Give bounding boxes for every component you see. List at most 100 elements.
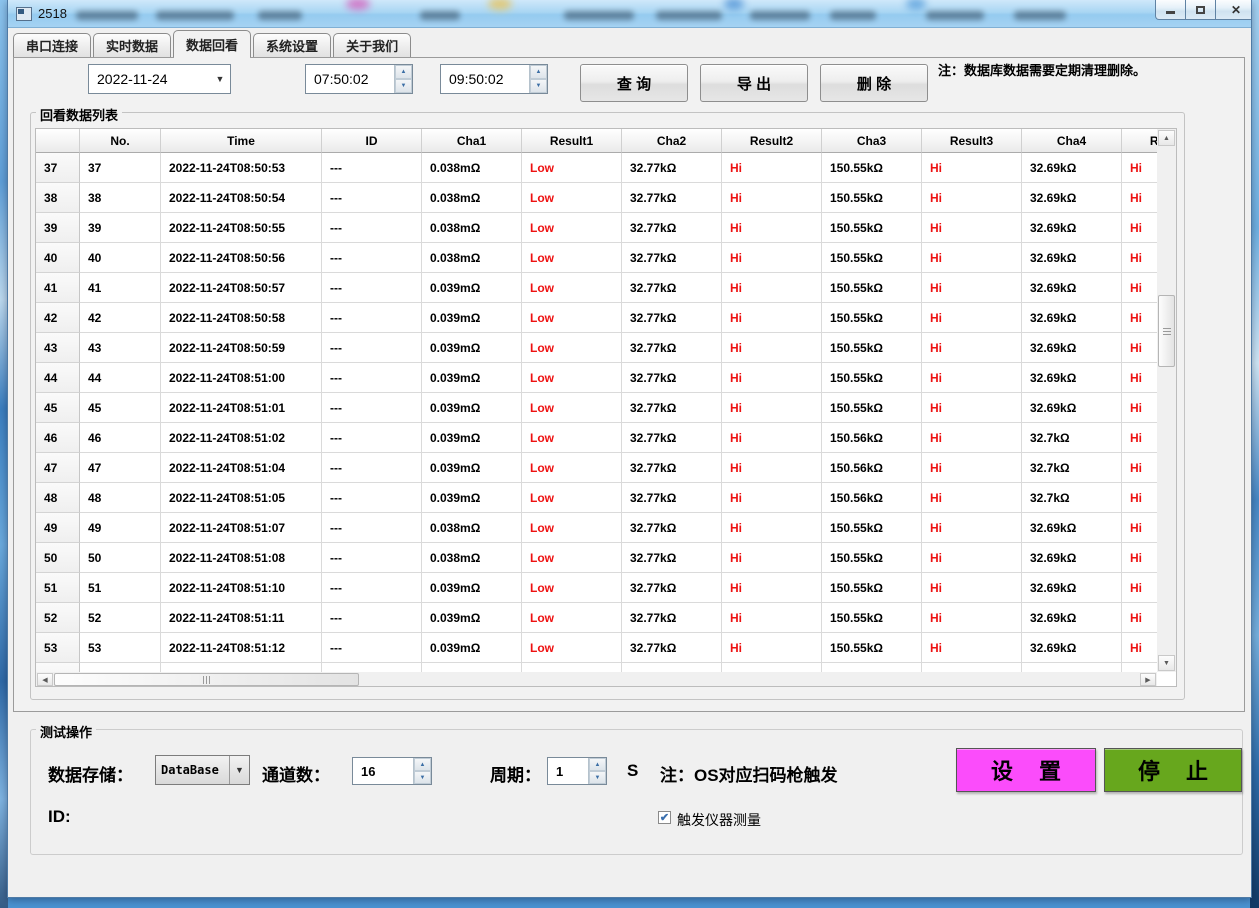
cell-cha2[interactable]: 32.77kΩ [622, 303, 722, 333]
storage-dropdown[interactable]: DataBase ▼ [155, 755, 250, 785]
cell-cha4[interactable]: 32.69kΩ [1022, 603, 1122, 633]
cell-result2[interactable]: Hi [722, 423, 822, 453]
cell-result4[interactable]: Hi [1122, 603, 1157, 633]
row-header[interactable]: 44 [36, 363, 80, 393]
cell-result3[interactable]: Hi [922, 153, 1022, 183]
cell-result2[interactable]: Hi [722, 633, 822, 663]
column-header-id[interactable]: ID [322, 129, 422, 153]
cell-result1[interactable]: Low [522, 573, 622, 603]
cell-result3[interactable]: Hi [922, 573, 1022, 603]
cell-result3[interactable]: Hi [922, 363, 1022, 393]
cell-id[interactable]: --- [322, 183, 422, 213]
cell-time[interactable]: 2022-11-24T08:51:12 [161, 633, 322, 663]
cell-cha3[interactable]: 150.55kΩ [822, 303, 922, 333]
cell-result1[interactable]: Low [522, 243, 622, 273]
row-header[interactable]: 53 [36, 633, 80, 663]
row-header[interactable]: 47 [36, 453, 80, 483]
cell-cha3[interactable]: 150.56kΩ [822, 483, 922, 513]
cell-result2[interactable]: Hi [722, 573, 822, 603]
cell-cha4[interactable]: 32.69kΩ [1022, 633, 1122, 663]
cell-cha1[interactable]: 0.039mΩ [422, 483, 522, 513]
cell-result2[interactable]: Hi [722, 333, 822, 363]
cell-result2[interactable]: Hi [722, 273, 822, 303]
cell-cha2[interactable]: 32.77kΩ [622, 483, 722, 513]
cell-result4[interactable]: Hi [1122, 483, 1157, 513]
spin-up-icon[interactable]: ▲ [414, 758, 431, 771]
cell-cha2[interactable]: 32.77kΩ [622, 243, 722, 273]
table-row[interactable]: 48482022-11-24T08:51:05---0.039mΩLow32.7… [36, 483, 1157, 513]
titlebar[interactable]: 2518 ✕ [8, 0, 1251, 28]
cell-cha4[interactable]: 32.69kΩ [1022, 183, 1122, 213]
cell-cha2[interactable]: 32.77kΩ [622, 513, 722, 543]
cell-result3[interactable]: Hi [922, 243, 1022, 273]
cell-result1[interactable]: Low [522, 633, 622, 663]
cell-cha3[interactable]: 150.55kΩ [822, 393, 922, 423]
cell-cha2[interactable]: 32.77kΩ [622, 633, 722, 663]
cell-time[interactable]: 2022-11-24T08:51:10 [161, 573, 322, 603]
cell-result3[interactable]: Hi [922, 543, 1022, 573]
cell-no[interactable]: 45 [80, 393, 161, 423]
cell-cha4[interactable]: 32.69kΩ [1022, 513, 1122, 543]
cell-cha2[interactable]: 32.77kΩ [622, 423, 722, 453]
cell-result3[interactable]: Hi [922, 513, 1022, 543]
time-to-spinner[interactable]: 09:50:02 ▲▼ [440, 64, 548, 94]
spin-down-icon[interactable]: ▼ [589, 771, 606, 784]
cell-result4[interactable]: Hi [1122, 333, 1157, 363]
cell-no[interactable]: 54 [80, 663, 161, 672]
cell-no[interactable]: 53 [80, 633, 161, 663]
column-header-result4[interactable]: Result4 [1122, 129, 1157, 153]
cell-cha1[interactable]: 0.039mΩ [422, 423, 522, 453]
cell-id[interactable]: --- [322, 663, 422, 672]
table-row[interactable]: 53532022-11-24T08:51:12---0.039mΩLow32.7… [36, 633, 1157, 663]
tab-4[interactable]: 关于我们 [333, 33, 411, 57]
cell-result2[interactable]: Hi [722, 483, 822, 513]
scroll-left-icon[interactable]: ◀ [37, 673, 53, 686]
table-row[interactable]: 40402022-11-24T08:50:56---0.038mΩLow32.7… [36, 243, 1157, 273]
cell-result1[interactable]: Low [522, 333, 622, 363]
cell-result2[interactable]: Hi [722, 453, 822, 483]
table-row[interactable]: 44442022-11-24T08:51:00---0.039mΩLow32.7… [36, 363, 1157, 393]
cell-result1[interactable]: Low [522, 273, 622, 303]
table-row[interactable]: 39392022-11-24T08:50:55---0.038mΩLow32.7… [36, 213, 1157, 243]
cell-result4[interactable]: Hi [1122, 513, 1157, 543]
cell-cha2[interactable]: 32.77kΩ [622, 573, 722, 603]
spin-down-icon[interactable]: ▼ [395, 79, 412, 93]
spin-down-icon[interactable]: ▼ [414, 771, 431, 784]
cell-no[interactable]: 39 [80, 213, 161, 243]
cell-result3[interactable]: Hi [922, 603, 1022, 633]
cell-id[interactable]: --- [322, 543, 422, 573]
set-button[interactable]: 设 置 [956, 748, 1096, 792]
cell-no[interactable]: 38 [80, 183, 161, 213]
cell-cha3[interactable]: 150.55kΩ [822, 543, 922, 573]
cell-result2[interactable]: Hi [722, 183, 822, 213]
cell-no[interactable]: 40 [80, 243, 161, 273]
period-spinner[interactable]: 1 ▲▼ [547, 757, 607, 785]
table-row[interactable]: 49492022-11-24T08:51:07---0.038mΩLow32.7… [36, 513, 1157, 543]
cell-result3[interactable]: Hi [922, 183, 1022, 213]
cell-time[interactable]: 2022-11-24T08:50:59 [161, 333, 322, 363]
cell-result4[interactable]: Hi [1122, 213, 1157, 243]
cell-cha4[interactable]: 32.69kΩ [1022, 663, 1122, 672]
cell-result1[interactable]: Low [522, 453, 622, 483]
horizontal-scrollbar[interactable]: ◀ ▶ [36, 672, 1157, 687]
table-row[interactable]: 47472022-11-24T08:51:04---0.039mΩLow32.7… [36, 453, 1157, 483]
minimize-button[interactable] [1155, 0, 1186, 20]
cell-result3[interactable]: Hi [922, 303, 1022, 333]
cell-result3[interactable]: Hi [922, 453, 1022, 483]
cell-cha2[interactable]: 32.77kΩ [622, 153, 722, 183]
cell-cha4[interactable]: 32.69kΩ [1022, 243, 1122, 273]
cell-cha2[interactable]: 32.77kΩ [622, 603, 722, 633]
cell-time[interactable]: 2022-11-24T08:51:00 [161, 363, 322, 393]
cell-cha4[interactable]: 32.69kΩ [1022, 543, 1122, 573]
table-row[interactable]: 52522022-11-24T08:51:11---0.039mΩLow32.7… [36, 603, 1157, 633]
cell-no[interactable]: 46 [80, 423, 161, 453]
scroll-right-icon[interactable]: ▶ [1140, 673, 1156, 686]
table-row[interactable]: 43432022-11-24T08:50:59---0.039mΩLow32.7… [36, 333, 1157, 363]
tab-1[interactable]: 实时数据 [93, 33, 171, 57]
tab-2[interactable]: 数据回看 [173, 30, 251, 57]
cell-cha3[interactable]: 150.55kΩ [822, 663, 922, 672]
cell-id[interactable]: --- [322, 333, 422, 363]
cell-cha3[interactable]: 150.55kΩ [822, 273, 922, 303]
cell-cha2[interactable]: 32.77kΩ [622, 663, 722, 672]
cell-result2[interactable]: Hi [722, 363, 822, 393]
